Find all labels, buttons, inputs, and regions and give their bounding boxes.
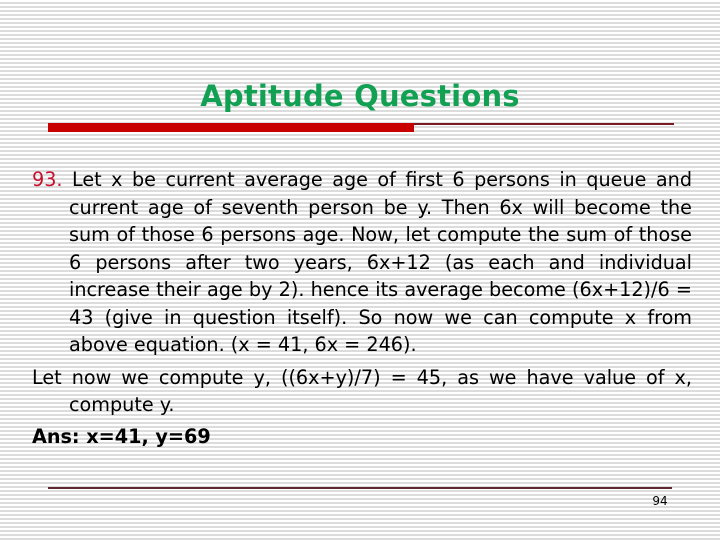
compute-y-paragraph: Let now we compute y, ((6x+y)/7) = 45, a… <box>32 365 692 417</box>
slide-body: 93. Let x be current average age of firs… <box>32 166 692 450</box>
page-number: 94 <box>652 494 668 508</box>
answer-text: Ans: x=41, y=69 <box>32 424 211 448</box>
footer-divider <box>48 487 672 489</box>
slide-title: Aptitude Questions <box>200 79 520 113</box>
explanation-paragraph: 93. Let x be current average age of firs… <box>32 166 692 359</box>
question-number: 93. <box>32 168 63 191</box>
explanation-text: Let x be current average age of first 6 … <box>62 168 692 356</box>
title-accent-bar <box>48 123 414 132</box>
title-underline <box>414 123 674 125</box>
